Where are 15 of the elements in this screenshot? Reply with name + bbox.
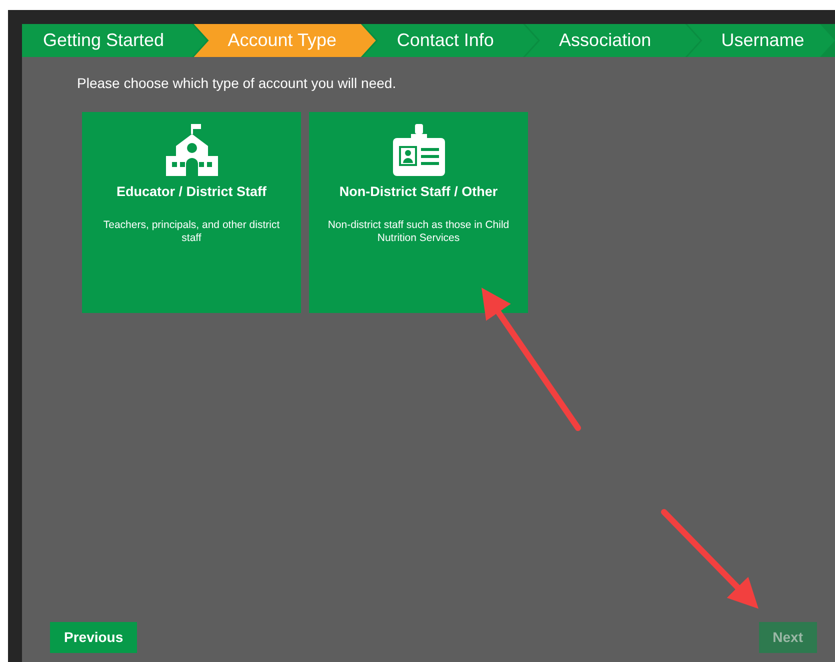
card-description: Non-district staff such as those in Child Nutrition Services	[326, 219, 510, 246]
step-tab[interactable]: Username	[687, 24, 835, 57]
account-type-card[interactable]: Educator / District Staff Teachers, principals, and other district staff	[82, 112, 301, 313]
step-tab[interactable]: Contact Info	[362, 24, 538, 57]
card-title: Educator / District Staff	[115, 184, 268, 200]
account-type-card[interactable]: Non-District Staff / Other Non-district staff such as those in Child Nutrition Services	[309, 112, 528, 313]
school-icon	[164, 124, 220, 176]
card-description: Teachers, principals, and other district staff	[102, 219, 281, 246]
instruction-text: Please choose which type of account you will need.	[77, 74, 398, 93]
previous-button[interactable]: Previous	[50, 622, 138, 653]
step-tab[interactable]: Association	[525, 24, 700, 57]
card-title: Non-District Staff / Other	[338, 184, 499, 200]
step-tab[interactable]: Account Type	[194, 24, 376, 57]
id-badge-icon	[390, 124, 446, 176]
step-tab[interactable]: Getting Started	[22, 24, 207, 57]
